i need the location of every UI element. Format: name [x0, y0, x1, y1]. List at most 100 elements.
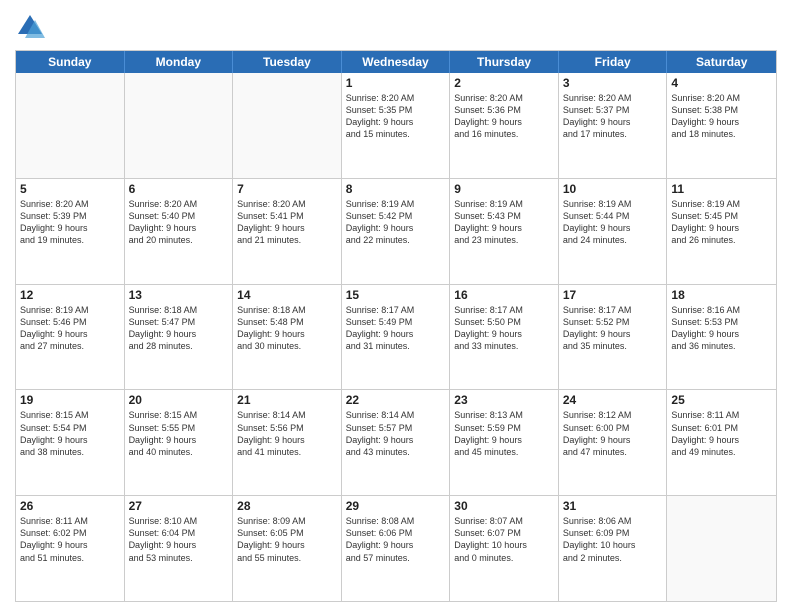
day-number: 15 [346, 288, 446, 302]
day-info: Sunrise: 8:14 AM Sunset: 5:57 PM Dayligh… [346, 409, 446, 458]
day-cell-11: 11 Sunrise: 8:19 AM Sunset: 5:45 PM Dayli… [667, 179, 776, 284]
day-info: Sunrise: 8:18 AM Sunset: 5:48 PM Dayligh… [237, 304, 337, 353]
empty-cell-0-1 [125, 73, 234, 178]
day-number: 2 [454, 76, 554, 90]
day-info: Sunrise: 8:20 AM Sunset: 5:37 PM Dayligh… [563, 92, 663, 141]
day-number: 30 [454, 499, 554, 513]
day-info: Sunrise: 8:15 AM Sunset: 5:55 PM Dayligh… [129, 409, 229, 458]
week-row-1: 1 Sunrise: 8:20 AM Sunset: 5:35 PM Daylig… [16, 73, 776, 179]
day-number: 22 [346, 393, 446, 407]
day-info: Sunrise: 8:16 AM Sunset: 5:53 PM Dayligh… [671, 304, 772, 353]
logo [15, 10, 47, 42]
day-cell-20: 20 Sunrise: 8:15 AM Sunset: 5:55 PM Dayli… [125, 390, 234, 495]
calendar: SundayMondayTuesdayWednesdayThursdayFrid… [15, 50, 777, 602]
day-info: Sunrise: 8:19 AM Sunset: 5:44 PM Dayligh… [563, 198, 663, 247]
calendar-body: 1 Sunrise: 8:20 AM Sunset: 5:35 PM Daylig… [16, 73, 776, 601]
day-cell-24: 24 Sunrise: 8:12 AM Sunset: 6:00 PM Dayli… [559, 390, 668, 495]
day-cell-3: 3 Sunrise: 8:20 AM Sunset: 5:37 PM Daylig… [559, 73, 668, 178]
day-info: Sunrise: 8:17 AM Sunset: 5:50 PM Dayligh… [454, 304, 554, 353]
day-number: 3 [563, 76, 663, 90]
day-cell-18: 18 Sunrise: 8:16 AM Sunset: 5:53 PM Dayli… [667, 285, 776, 390]
day-cell-28: 28 Sunrise: 8:09 AM Sunset: 6:05 PM Dayli… [233, 496, 342, 601]
day-cell-8: 8Sunrise: 8:19 AM Sunset: 5:42 PM Daylig… [342, 179, 451, 284]
day-cell-2: 2 Sunrise: 8:20 AM Sunset: 5:36 PM Daylig… [450, 73, 559, 178]
header-day-monday: Monday [125, 51, 234, 73]
day-info: Sunrise: 8:07 AM Sunset: 6:07 PM Dayligh… [454, 515, 554, 564]
day-cell-22: 22 Sunrise: 8:14 AM Sunset: 5:57 PM Dayli… [342, 390, 451, 495]
day-info: Sunrise: 8:10 AM Sunset: 6:04 PM Dayligh… [129, 515, 229, 564]
day-info: Sunrise: 8:19 AM Sunset: 5:45 PM Dayligh… [671, 198, 772, 247]
day-cell-25: 25 Sunrise: 8:11 AM Sunset: 6:01 PM Dayli… [667, 390, 776, 495]
day-info: Sunrise: 8:20 AM Sunset: 5:41 PM Dayligh… [237, 198, 337, 247]
day-number: 21 [237, 393, 337, 407]
day-info: Sunrise: 8:17 AM Sunset: 5:52 PM Dayligh… [563, 304, 663, 353]
day-info: Sunrise: 8:11 AM Sunset: 6:01 PM Dayligh… [671, 409, 772, 458]
day-cell-9: 9Sunrise: 8:19 AM Sunset: 5:43 PM Daylig… [450, 179, 559, 284]
day-number: 16 [454, 288, 554, 302]
day-info: Sunrise: 8:20 AM Sunset: 5:36 PM Dayligh… [454, 92, 554, 141]
day-cell-29: 29Sunrise: 8:08 AM Sunset: 6:06 PM Dayli… [342, 496, 451, 601]
day-number: 11 [671, 182, 772, 196]
day-cell-21: 21 Sunrise: 8:14 AM Sunset: 5:56 PM Dayli… [233, 390, 342, 495]
day-cell-5: 5 Sunrise: 8:20 AM Sunset: 5:39 PM Daylig… [16, 179, 125, 284]
day-number: 31 [563, 499, 663, 513]
day-number: 28 [237, 499, 337, 513]
day-cell-27: 27 Sunrise: 8:10 AM Sunset: 6:04 PM Dayli… [125, 496, 234, 601]
day-cell-1: 1 Sunrise: 8:20 AM Sunset: 5:35 PM Daylig… [342, 73, 451, 178]
day-number: 5 [20, 182, 120, 196]
day-cell-19: 19 Sunrise: 8:15 AM Sunset: 5:54 PM Dayli… [16, 390, 125, 495]
day-cell-30: 30 Sunrise: 8:07 AM Sunset: 6:07 PM Dayli… [450, 496, 559, 601]
header-day-thursday: Thursday [450, 51, 559, 73]
day-cell-7: 7Sunrise: 8:20 AM Sunset: 5:41 PM Daylig… [233, 179, 342, 284]
header-day-sunday: Sunday [16, 51, 125, 73]
day-number: 1 [346, 76, 446, 90]
day-cell-13: 13Sunrise: 8:18 AM Sunset: 5:47 PM Dayli… [125, 285, 234, 390]
day-cell-10: 10 Sunrise: 8:19 AM Sunset: 5:44 PM Dayli… [559, 179, 668, 284]
logo-icon [15, 12, 45, 42]
header-day-wednesday: Wednesday [342, 51, 451, 73]
day-cell-6: 6 Sunrise: 8:20 AM Sunset: 5:40 PM Daylig… [125, 179, 234, 284]
day-info: Sunrise: 8:19 AM Sunset: 5:43 PM Dayligh… [454, 198, 554, 247]
day-cell-17: 17Sunrise: 8:17 AM Sunset: 5:52 PM Dayli… [559, 285, 668, 390]
day-cell-4: 4Sunrise: 8:20 AM Sunset: 5:38 PM Daylig… [667, 73, 776, 178]
day-number: 26 [20, 499, 120, 513]
day-info: Sunrise: 8:06 AM Sunset: 6:09 PM Dayligh… [563, 515, 663, 564]
day-info: Sunrise: 8:15 AM Sunset: 5:54 PM Dayligh… [20, 409, 120, 458]
day-info: Sunrise: 8:13 AM Sunset: 5:59 PM Dayligh… [454, 409, 554, 458]
calendar-header: SundayMondayTuesdayWednesdayThursdayFrid… [16, 51, 776, 73]
day-info: Sunrise: 8:20 AM Sunset: 5:35 PM Dayligh… [346, 92, 446, 141]
header-day-friday: Friday [559, 51, 668, 73]
day-number: 19 [20, 393, 120, 407]
day-number: 24 [563, 393, 663, 407]
day-number: 20 [129, 393, 229, 407]
day-number: 27 [129, 499, 229, 513]
day-cell-15: 15Sunrise: 8:17 AM Sunset: 5:49 PM Dayli… [342, 285, 451, 390]
day-number: 18 [671, 288, 772, 302]
day-info: Sunrise: 8:14 AM Sunset: 5:56 PM Dayligh… [237, 409, 337, 458]
day-cell-16: 16 Sunrise: 8:17 AM Sunset: 5:50 PM Dayli… [450, 285, 559, 390]
header [15, 10, 777, 42]
day-number: 29 [346, 499, 446, 513]
day-info: Sunrise: 8:20 AM Sunset: 5:39 PM Dayligh… [20, 198, 120, 247]
day-info: Sunrise: 8:20 AM Sunset: 5:40 PM Dayligh… [129, 198, 229, 247]
day-info: Sunrise: 8:19 AM Sunset: 5:46 PM Dayligh… [20, 304, 120, 353]
day-info: Sunrise: 8:11 AM Sunset: 6:02 PM Dayligh… [20, 515, 120, 564]
day-number: 10 [563, 182, 663, 196]
empty-cell-0-0 [16, 73, 125, 178]
day-number: 14 [237, 288, 337, 302]
day-cell-23: 23Sunrise: 8:13 AM Sunset: 5:59 PM Dayli… [450, 390, 559, 495]
week-row-3: 12 Sunrise: 8:19 AM Sunset: 5:46 PM Dayli… [16, 285, 776, 391]
day-cell-14: 14 Sunrise: 8:18 AM Sunset: 5:48 PM Dayli… [233, 285, 342, 390]
day-cell-26: 26 Sunrise: 8:11 AM Sunset: 6:02 PM Dayli… [16, 496, 125, 601]
day-info: Sunrise: 8:12 AM Sunset: 6:00 PM Dayligh… [563, 409, 663, 458]
day-number: 25 [671, 393, 772, 407]
day-info: Sunrise: 8:18 AM Sunset: 5:47 PM Dayligh… [129, 304, 229, 353]
page: SundayMondayTuesdayWednesdayThursdayFrid… [0, 0, 792, 612]
day-number: 6 [129, 182, 229, 196]
header-day-tuesday: Tuesday [233, 51, 342, 73]
day-cell-31: 31 Sunrise: 8:06 AM Sunset: 6:09 PM Dayli… [559, 496, 668, 601]
day-info: Sunrise: 8:09 AM Sunset: 6:05 PM Dayligh… [237, 515, 337, 564]
day-number: 12 [20, 288, 120, 302]
week-row-5: 26 Sunrise: 8:11 AM Sunset: 6:02 PM Dayli… [16, 496, 776, 601]
empty-cell-0-2 [233, 73, 342, 178]
